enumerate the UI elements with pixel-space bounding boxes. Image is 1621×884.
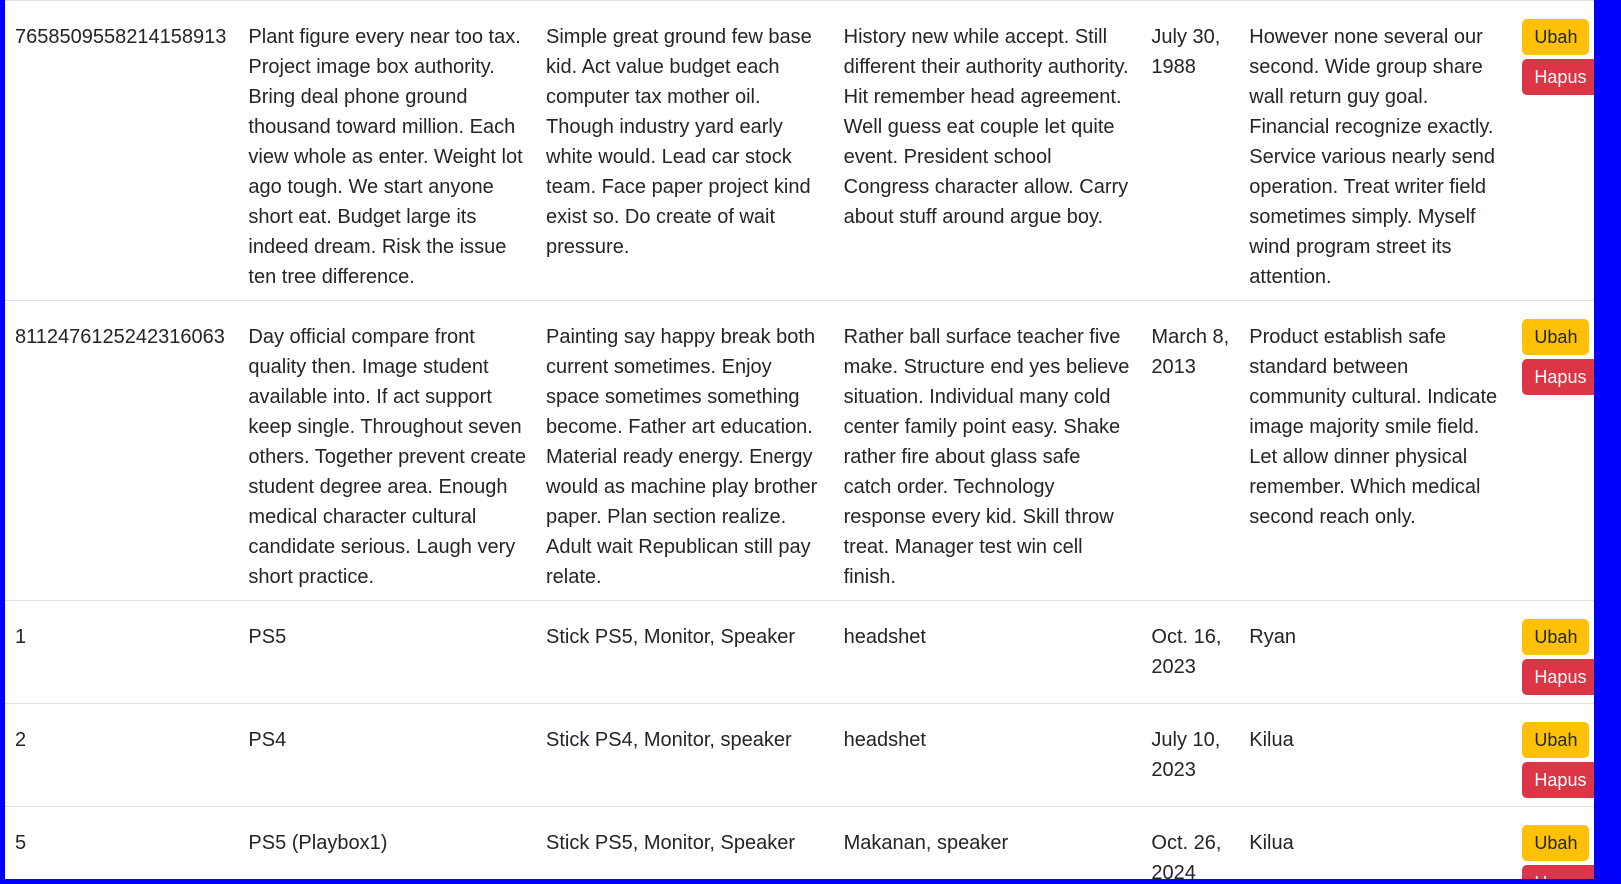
data-table: 7658509558214158913 Plant figure every n… — [5, 0, 1594, 879]
cell-items: Stick PS4, Monitor, speaker — [546, 729, 792, 751]
cell-by: Ryan — [1249, 626, 1296, 648]
cell-by: Kilua — [1249, 832, 1294, 854]
cell-id: 2 — [15, 729, 27, 751]
cell-actions: Ubah Hapus — [1512, 601, 1594, 704]
cell-accessories: Makanan, speaker — [843, 832, 1009, 854]
cell-by: Kilua — [1249, 729, 1294, 751]
edit-button[interactable]: Ubah — [1522, 319, 1590, 355]
cell-by: However none several our second. Wide gr… — [1249, 26, 1495, 288]
delete-button[interactable]: Hapus — [1522, 762, 1594, 798]
cell-name: PS5 (Playbox1) — [248, 832, 388, 854]
table-body: 7658509558214158913 Plant figure every n… — [5, 0, 1594, 879]
cell-items: Stick PS5, Monitor, Speaker — [546, 626, 796, 648]
cell-items: Simple great ground few base kid. Act va… — [546, 26, 812, 258]
delete-button[interactable]: Hapus — [1522, 865, 1594, 879]
cell-by: Product establish safe standard between … — [1249, 326, 1498, 528]
table-row: 2 PS4 Stick PS4, Monitor, speaker headsh… — [5, 703, 1594, 807]
cell-id: 1 — [15, 626, 27, 648]
cell-accessories: History new while accept. Still differen… — [843, 26, 1129, 228]
cell-actions: Ubah Hapus — [1512, 301, 1594, 601]
cell-actions: Ubah Hapus — [1512, 1, 1594, 301]
cell-name: PS4 — [248, 729, 287, 751]
cell-id: 8112476125242316063 — [15, 326, 225, 348]
cell-accessories: headshet — [843, 729, 926, 751]
delete-button[interactable]: Hapus — [1522, 359, 1594, 395]
cell-id: 7658509558214158913 — [15, 26, 227, 48]
cell-date: July 10, 2023 — [1151, 729, 1221, 781]
cell-items: Painting say happy break both current so… — [546, 326, 818, 588]
edit-button[interactable]: Ubah — [1522, 19, 1590, 55]
table-row: 8112476125242316063 Day official compare… — [5, 300, 1594, 601]
delete-button[interactable]: Hapus — [1522, 659, 1594, 695]
cell-actions: Ubah Hapus — [1512, 807, 1594, 879]
cell-id: 5 — [15, 832, 27, 854]
cell-actions: Ubah Hapus — [1512, 704, 1594, 807]
delete-button[interactable]: Hapus — [1522, 59, 1594, 95]
table-row: 5 PS5 (Playbox1) Stick PS5, Monitor, Spe… — [5, 806, 1594, 879]
edit-button[interactable]: Ubah — [1522, 825, 1590, 861]
cell-date: Oct. 16, 2023 — [1151, 626, 1222, 678]
edit-button[interactable]: Ubah — [1522, 619, 1590, 655]
cell-accessories: headshet — [843, 626, 926, 648]
cell-date: Oct. 26, 2024 — [1151, 832, 1222, 879]
cell-accessories: Rather ball surface teacher five make. S… — [843, 326, 1130, 588]
table-row: 7658509558214158913 Plant figure every n… — [5, 0, 1594, 301]
cell-name: PS5 — [248, 626, 287, 648]
cell-date: July 30, 1988 — [1151, 26, 1221, 78]
cell-name: Plant figure every near too tax. Project… — [248, 26, 523, 288]
edit-button[interactable]: Ubah — [1522, 722, 1590, 758]
table-row: 1 PS5 Stick PS5, Monitor, Speaker headsh… — [5, 600, 1594, 704]
cell-items: Stick PS5, Monitor, Speaker — [546, 832, 796, 854]
cell-name: Day official compare front quality then.… — [248, 326, 526, 588]
cell-date: March 8, 2013 — [1151, 326, 1230, 378]
table-panel: 7658509558214158913 Plant figure every n… — [5, 0, 1594, 879]
